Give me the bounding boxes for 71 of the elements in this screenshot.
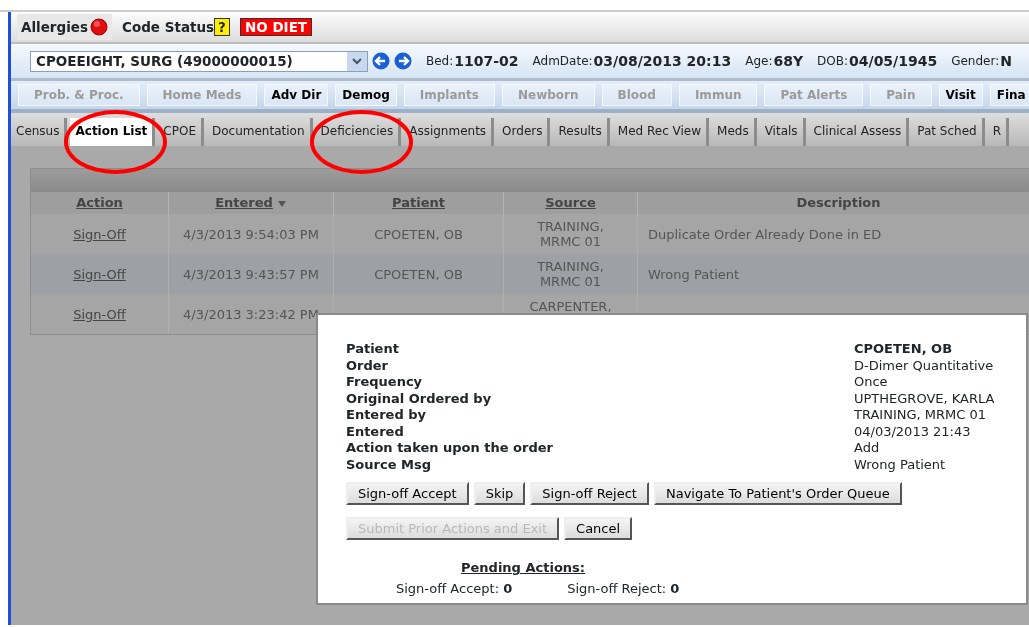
detail-label: Entered by	[346, 407, 427, 424]
detail-label: Order	[346, 357, 389, 374]
tab[interactable]: Meds	[712, 118, 757, 146]
tab[interactable]: Assignments	[404, 118, 495, 146]
detail-label: Frequency	[346, 374, 424, 391]
tab[interactable]: Results	[553, 118, 610, 146]
table-cell: CPOETEN, OB	[334, 254, 504, 294]
detail-value: TRAINING, MRMC 01	[854, 407, 987, 424]
sign-off-link[interactable]: Sign-Off	[73, 306, 126, 322]
table-cell: TRAINING, MRMC 01	[504, 214, 638, 254]
tab[interactable]: CPOE	[158, 118, 204, 146]
tab[interactable]: Action List	[70, 118, 156, 146]
tab[interactable]: Orders	[497, 118, 551, 146]
detail-value: D-Dimer Quantitative	[854, 357, 995, 374]
field-value: N	[1000, 51, 1012, 71]
field-label: Gender:	[951, 53, 1000, 70]
tab[interactable]: Documentation	[207, 118, 313, 146]
patient-select[interactable]: CPOEEIGHT, SURG (49000000015)	[30, 50, 368, 72]
tab[interactable]: Vitals	[759, 118, 806, 146]
section-button[interactable]: Demog	[335, 84, 397, 106]
dialog-button[interactable]: Sign-off Reject	[530, 482, 649, 505]
caret-icon	[347, 51, 367, 71]
back-arrow-icon[interactable]	[372, 52, 390, 70]
detail-value: Wrong Patient	[854, 456, 947, 473]
pending-actions-title: Pending Actions:	[461, 559, 586, 577]
table-cell: 4/3/2013 9:54:03 PM	[169, 214, 334, 254]
tab[interactable]: Census	[11, 118, 68, 146]
pending-count: Sign-off Accept: 0	[396, 579, 513, 598]
detail-value: Add	[854, 440, 881, 457]
dialog-button[interactable]: Cancel	[564, 517, 633, 540]
section-button[interactable]: Adv Dir	[264, 84, 329, 106]
sign-off-link[interactable]: Sign-Off	[73, 226, 126, 242]
tab[interactable]: Deficiencies	[315, 118, 402, 146]
forward-arrow-icon[interactable]	[394, 52, 412, 70]
tab[interactable]: Med Rec View	[612, 118, 710, 146]
field-label: Age:	[745, 53, 773, 70]
column-header: Description	[796, 195, 881, 210]
tab[interactable]: Pat Sched	[912, 118, 985, 146]
field-value: 04/05/1945	[849, 51, 938, 71]
dialog-button[interactable]: Skip	[473, 482, 526, 505]
table-cell: TRAINING, MRMC 01	[504, 254, 638, 294]
detail-value: CPOETEN, OB	[854, 341, 954, 358]
detail-value: 04/03/2013 21:43	[854, 423, 972, 440]
code-status-badge: ?	[214, 18, 230, 36]
tab[interactable]: Clinical Assess	[808, 118, 910, 146]
sign-off-link[interactable]: Sign-Off	[73, 266, 126, 282]
dialog-button[interactable]: Navigate To Patient's Order Queue	[653, 482, 902, 505]
detail-value: UPTHEGROVE, KARLA	[854, 390, 996, 407]
detail-label: Patient	[346, 341, 400, 358]
dialog-button[interactable]: Sign-off Accept	[346, 482, 469, 505]
detail-label: Original Ordered by	[346, 390, 493, 407]
section-button[interactable]: Visit	[938, 84, 983, 106]
pending-count: Sign-off Reject: 0	[567, 579, 680, 598]
field-value: 68Y	[773, 51, 804, 71]
table-cell: Wrong Patient	[638, 254, 1029, 294]
table-cell: CPOETEN, OB	[334, 214, 504, 254]
detail-label: Entered	[346, 423, 405, 440]
code-status-label[interactable]: Code Status	[122, 16, 215, 38]
tab[interactable]: R	[987, 118, 1009, 146]
detail-value: Once	[854, 374, 889, 391]
detail-label: Source Msg	[346, 456, 432, 473]
field-value: 03/08/2013 20:13	[593, 51, 732, 71]
diet-badge: NO DIET	[239, 18, 313, 36]
table-cell: Duplicate Order Already Done in ED	[638, 214, 1029, 254]
field-value: 1107-02	[454, 51, 519, 71]
field-label: DOB:	[817, 53, 849, 70]
detail-label: Action taken upon the order	[346, 440, 554, 457]
table-cell: 4/3/2013 9:43:57 PM	[169, 254, 334, 294]
field-label: Bed:	[426, 53, 454, 70]
field-label: AdmDate:	[532, 53, 593, 70]
section-button[interactable]: Fina	[989, 84, 1029, 106]
